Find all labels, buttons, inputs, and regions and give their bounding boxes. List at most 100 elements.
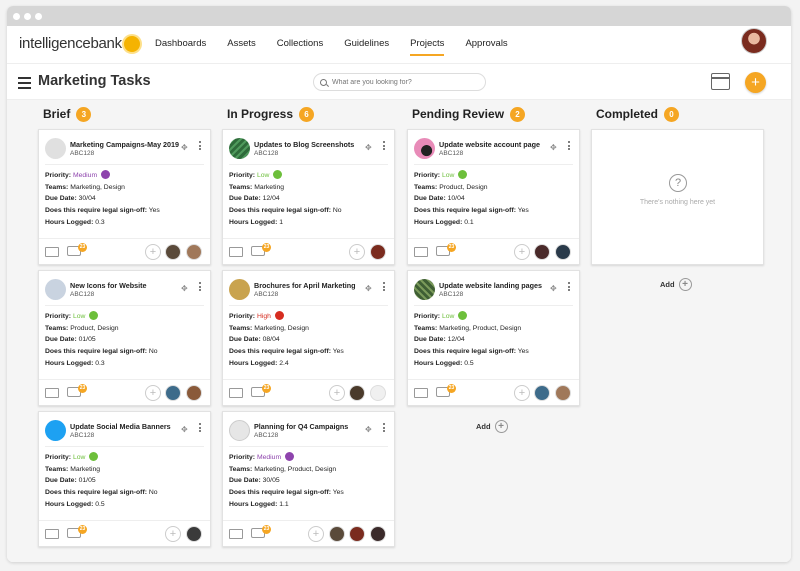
add-assignee-button[interactable]: + bbox=[329, 385, 345, 401]
task-title[interactable]: Update website account page bbox=[439, 140, 540, 149]
task-title[interactable]: Updates to Blog Screenshots bbox=[254, 140, 354, 149]
task-card[interactable]: Planning for Q4 Campaigns ABC128 ✥ Prior… bbox=[222, 411, 395, 547]
nav-link-collections[interactable]: Collections bbox=[277, 38, 323, 56]
move-icon[interactable]: ✥ bbox=[181, 284, 188, 293]
more-options-icon[interactable] bbox=[383, 282, 385, 293]
card-footer: 23 + bbox=[408, 238, 579, 264]
avatar[interactable] bbox=[186, 244, 202, 260]
add-card-button[interactable]: Add + bbox=[660, 278, 692, 291]
task-title[interactable]: Update website landing pages bbox=[439, 281, 542, 290]
move-icon[interactable]: ✥ bbox=[365, 143, 372, 152]
more-options-icon[interactable] bbox=[383, 141, 385, 152]
task-title[interactable]: New Icons for Website bbox=[70, 281, 147, 290]
task-title[interactable]: Brochures for April Marketing bbox=[254, 281, 356, 290]
task-card[interactable]: Brochures for April Marketing ABC128 ✥ P… bbox=[222, 270, 395, 406]
card-footer: 23 + bbox=[223, 520, 394, 546]
task-title[interactable]: Planning for Q4 Campaigns bbox=[254, 422, 348, 431]
divider bbox=[45, 305, 204, 306]
menu-icon[interactable] bbox=[18, 77, 31, 92]
due-date-value: 10/04 bbox=[447, 195, 465, 203]
avatar[interactable] bbox=[349, 526, 365, 542]
priority-dot-icon bbox=[458, 170, 468, 179]
field-label: Does this require legal sign-off: bbox=[414, 207, 516, 215]
field-label: Teams: bbox=[45, 324, 69, 332]
add-task-button[interactable]: + bbox=[745, 72, 766, 93]
folder-icon[interactable] bbox=[45, 388, 59, 398]
task-card[interactable]: Updates to Blog Screenshots ABC128 ✥ Pri… bbox=[222, 129, 395, 265]
user-avatar[interactable] bbox=[741, 28, 767, 54]
move-icon[interactable]: ✥ bbox=[181, 425, 188, 434]
field-label: Priority: bbox=[414, 172, 441, 179]
avatar[interactable] bbox=[370, 526, 386, 542]
task-title[interactable]: Update Social Media Banners bbox=[70, 422, 171, 431]
legal-value: No bbox=[148, 348, 158, 356]
more-options-icon[interactable] bbox=[199, 282, 201, 293]
task-card[interactable]: Marketing Campaigns-May 2019 ABC128 ✥ Pr… bbox=[38, 129, 211, 265]
calendar-icon[interactable] bbox=[711, 73, 730, 90]
plus-icon: + bbox=[678, 278, 692, 291]
add-assignee-button[interactable]: + bbox=[145, 244, 161, 260]
avatar[interactable] bbox=[534, 385, 550, 401]
folder-icon[interactable] bbox=[414, 388, 428, 398]
folder-icon[interactable] bbox=[414, 247, 428, 257]
add-assignee-button[interactable]: + bbox=[308, 526, 324, 542]
task-card[interactable]: Update Social Media Banners ABC128 ✥ Pri… bbox=[38, 411, 211, 547]
more-options-icon[interactable] bbox=[199, 141, 201, 152]
nav-links: Dashboards Assets Collections Guidelines… bbox=[155, 38, 529, 56]
teams-value: Product, Design bbox=[70, 324, 119, 332]
task-card[interactable]: New Icons for Website ABC128 ✥ Priority:… bbox=[38, 270, 211, 406]
folder-icon[interactable] bbox=[229, 247, 243, 257]
move-icon[interactable]: ✥ bbox=[550, 143, 557, 152]
more-options-icon[interactable] bbox=[568, 141, 570, 152]
move-icon[interactable]: ✥ bbox=[550, 284, 557, 293]
due-date-value: 30/05 bbox=[262, 477, 280, 485]
nav-link-projects[interactable]: Projects bbox=[410, 38, 445, 56]
avatar[interactable] bbox=[555, 385, 571, 401]
move-icon[interactable]: ✥ bbox=[365, 284, 372, 293]
folder-icon[interactable] bbox=[45, 529, 59, 539]
avatar[interactable] bbox=[329, 526, 345, 542]
field-label: Teams: bbox=[229, 183, 253, 191]
task-title[interactable]: Marketing Campaigns-May 2019 bbox=[70, 140, 179, 149]
avatar[interactable] bbox=[370, 385, 386, 401]
folder-icon[interactable] bbox=[45, 247, 59, 257]
more-options-icon[interactable] bbox=[383, 423, 385, 434]
top-navigation: intelligencebank Dashboards Assets Colle… bbox=[7, 26, 791, 64]
add-label: Add bbox=[476, 422, 491, 431]
avatar[interactable] bbox=[534, 244, 550, 260]
field-label: Does this require legal sign-off: bbox=[229, 489, 331, 497]
nav-link-dashboards[interactable]: Dashboards bbox=[155, 38, 206, 56]
folder-icon[interactable] bbox=[229, 388, 243, 398]
nav-link-assets[interactable]: Assets bbox=[227, 38, 256, 56]
avatar[interactable] bbox=[186, 526, 202, 542]
search-box[interactable] bbox=[313, 73, 486, 91]
nav-link-guidelines[interactable]: Guidelines bbox=[344, 38, 389, 56]
add-assignee-button[interactable]: + bbox=[165, 526, 181, 542]
folder-icon[interactable] bbox=[229, 529, 243, 539]
more-options-icon[interactable] bbox=[568, 282, 570, 293]
move-icon[interactable]: ✥ bbox=[365, 425, 372, 434]
avatar[interactable] bbox=[186, 385, 202, 401]
task-card[interactable]: Update website account page ABC128 ✥ Pri… bbox=[407, 129, 580, 265]
task-card[interactable]: Update website landing pages ABC128 ✥ Pr… bbox=[407, 270, 580, 406]
add-card-button[interactable]: Add + bbox=[476, 420, 508, 433]
avatar[interactable] bbox=[370, 244, 386, 260]
field-label: Does this require legal sign-off: bbox=[414, 348, 516, 356]
add-assignee-button[interactable]: + bbox=[349, 244, 365, 260]
add-assignee-button[interactable]: + bbox=[514, 244, 530, 260]
field-label: Priority: bbox=[229, 172, 256, 179]
move-icon[interactable]: ✥ bbox=[181, 143, 188, 152]
logo[interactable]: intelligencebank bbox=[19, 35, 140, 52]
avatar[interactable] bbox=[165, 244, 181, 260]
avatar[interactable] bbox=[349, 385, 365, 401]
add-assignee-button[interactable]: + bbox=[145, 385, 161, 401]
more-options-icon[interactable] bbox=[199, 423, 201, 434]
search-input[interactable] bbox=[332, 78, 472, 86]
avatar[interactable] bbox=[555, 244, 571, 260]
nav-link-approvals[interactable]: Approvals bbox=[465, 38, 507, 56]
add-assignee-button[interactable]: + bbox=[514, 385, 530, 401]
teams-value: Marketing, Design bbox=[70, 183, 125, 191]
hours-value: 2.4 bbox=[279, 359, 289, 367]
avatar[interactable] bbox=[165, 385, 181, 401]
divider bbox=[414, 305, 573, 306]
